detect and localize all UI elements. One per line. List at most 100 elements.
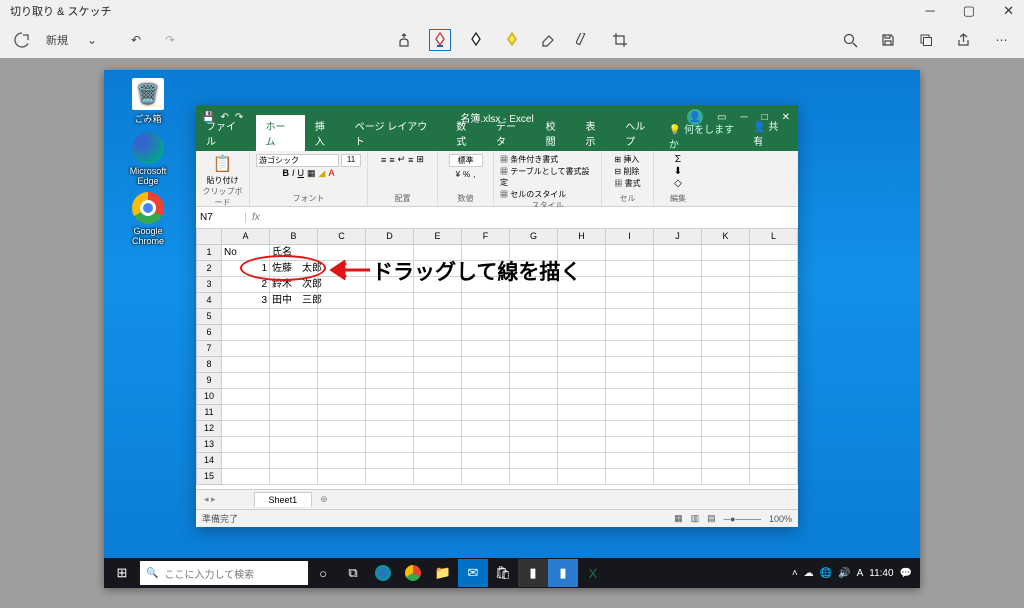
cell[interactable] bbox=[462, 389, 510, 405]
cell[interactable] bbox=[318, 373, 366, 389]
touch-writing-icon[interactable] bbox=[393, 29, 415, 51]
cell[interactable]: 1 bbox=[222, 261, 270, 277]
cell[interactable] bbox=[654, 453, 702, 469]
close-button[interactable]: ✕ bbox=[1003, 3, 1014, 19]
cell[interactable] bbox=[702, 261, 750, 277]
cell[interactable] bbox=[510, 405, 558, 421]
cell-style-button[interactable]: ▦ セルのスタイル bbox=[500, 189, 566, 200]
col-I[interactable]: I bbox=[606, 229, 654, 245]
cond-fmt-button[interactable]: ▦ 条件付き書式 bbox=[500, 154, 558, 165]
fx-icon[interactable]: fx bbox=[246, 212, 266, 223]
taskbar-app1-icon[interactable]: ▮ bbox=[518, 559, 548, 587]
cell[interactable] bbox=[606, 293, 654, 309]
cell[interactable] bbox=[558, 357, 606, 373]
taskbar-search[interactable]: 🔍 ここに入力して検索 bbox=[140, 561, 308, 585]
edge-icon[interactable]: Microsoft Edge bbox=[118, 132, 178, 186]
cell[interactable] bbox=[654, 245, 702, 261]
paste-icon[interactable]: 📋 bbox=[213, 154, 233, 174]
cell[interactable] bbox=[702, 469, 750, 485]
cell[interactable] bbox=[414, 389, 462, 405]
cell[interactable] bbox=[414, 357, 462, 373]
view-layout-icon[interactable]: ▥ bbox=[691, 513, 700, 524]
cell[interactable] bbox=[702, 325, 750, 341]
row-header[interactable]: 4 bbox=[196, 293, 222, 309]
tray-network-icon[interactable]: 🌐 bbox=[820, 568, 832, 579]
cell[interactable] bbox=[750, 245, 798, 261]
cell[interactable] bbox=[702, 373, 750, 389]
cell[interactable] bbox=[318, 277, 366, 293]
cell[interactable] bbox=[654, 309, 702, 325]
cell[interactable] bbox=[318, 469, 366, 485]
bold-icon[interactable]: B bbox=[283, 168, 290, 179]
wrap-icon[interactable]: ↵ bbox=[398, 154, 406, 165]
cell[interactable] bbox=[366, 341, 414, 357]
align-mid-icon[interactable]: ≡ bbox=[389, 155, 394, 165]
view-break-icon[interactable]: ▤ bbox=[707, 513, 716, 524]
share-icon[interactable] bbox=[954, 30, 974, 50]
cortana-icon[interactable]: ○ bbox=[308, 559, 338, 587]
start-button[interactable]: ⊞ bbox=[104, 565, 140, 581]
table-row[interactable]: 6 bbox=[196, 325, 798, 341]
cell[interactable] bbox=[366, 421, 414, 437]
currency-icon[interactable]: ¥ bbox=[456, 170, 460, 179]
cell[interactable] bbox=[702, 453, 750, 469]
cell[interactable] bbox=[414, 453, 462, 469]
cell[interactable] bbox=[462, 341, 510, 357]
cell[interactable]: 3 bbox=[222, 293, 270, 309]
cell[interactable] bbox=[750, 309, 798, 325]
tray-notif-icon[interactable]: 💬 bbox=[900, 568, 912, 579]
cell[interactable] bbox=[270, 405, 318, 421]
cell[interactable] bbox=[510, 373, 558, 389]
col-K[interactable]: K bbox=[702, 229, 750, 245]
cell[interactable] bbox=[510, 309, 558, 325]
table-row[interactable]: 11 bbox=[196, 405, 798, 421]
cell[interactable] bbox=[414, 325, 462, 341]
cell[interactable] bbox=[270, 309, 318, 325]
cell[interactable] bbox=[270, 325, 318, 341]
autosum-icon[interactable]: Σ bbox=[675, 154, 681, 165]
cell[interactable] bbox=[702, 421, 750, 437]
cell[interactable] bbox=[654, 357, 702, 373]
cell[interactable] bbox=[270, 469, 318, 485]
taskbar-app2-icon[interactable]: ▮ bbox=[548, 559, 578, 587]
col-L[interactable]: L bbox=[750, 229, 798, 245]
cell[interactable] bbox=[318, 325, 366, 341]
redo-icon[interactable]: ↷ bbox=[160, 30, 180, 50]
row-header[interactable]: 12 bbox=[196, 421, 222, 437]
tab-file[interactable]: ファイル bbox=[196, 115, 256, 151]
cell[interactable] bbox=[654, 261, 702, 277]
save-icon[interactable] bbox=[878, 30, 898, 50]
select-all-corner[interactable] bbox=[196, 229, 222, 245]
cell[interactable] bbox=[414, 293, 462, 309]
cell[interactable] bbox=[606, 389, 654, 405]
undo-icon[interactable]: ↶ bbox=[126, 30, 146, 50]
cell[interactable] bbox=[462, 373, 510, 389]
table-row[interactable]: 5 bbox=[196, 309, 798, 325]
border-icon[interactable]: ▦ bbox=[307, 168, 316, 179]
taskbar-store-icon[interactable]: 🛍 bbox=[488, 559, 518, 587]
cell[interactable] bbox=[318, 405, 366, 421]
table-row[interactable]: 8 bbox=[196, 357, 798, 373]
table-row[interactable]: 43田中 三郎 bbox=[196, 293, 798, 309]
row-header[interactable]: 13 bbox=[196, 437, 222, 453]
cell[interactable] bbox=[318, 293, 366, 309]
snip-canvas[interactable]: 🗑️ ごみ箱 Microsoft Edge Google Chrome 💾 ↶ … bbox=[0, 58, 1024, 608]
cell[interactable] bbox=[606, 405, 654, 421]
cell[interactable] bbox=[462, 421, 510, 437]
cell[interactable] bbox=[558, 373, 606, 389]
cell[interactable] bbox=[366, 437, 414, 453]
cell[interactable] bbox=[366, 325, 414, 341]
new-snip-label[interactable]: 新規 bbox=[46, 32, 68, 48]
cell[interactable] bbox=[654, 293, 702, 309]
cell[interactable] bbox=[606, 437, 654, 453]
cell[interactable] bbox=[222, 341, 270, 357]
cell[interactable] bbox=[558, 325, 606, 341]
cell[interactable] bbox=[462, 293, 510, 309]
cell[interactable]: 氏名 bbox=[270, 245, 318, 261]
cell[interactable] bbox=[462, 325, 510, 341]
cell[interactable] bbox=[750, 325, 798, 341]
cell[interactable] bbox=[222, 405, 270, 421]
row-header[interactable]: 3 bbox=[196, 277, 222, 293]
name-box[interactable]: N7 bbox=[196, 212, 246, 223]
row-header[interactable]: 11 bbox=[196, 405, 222, 421]
